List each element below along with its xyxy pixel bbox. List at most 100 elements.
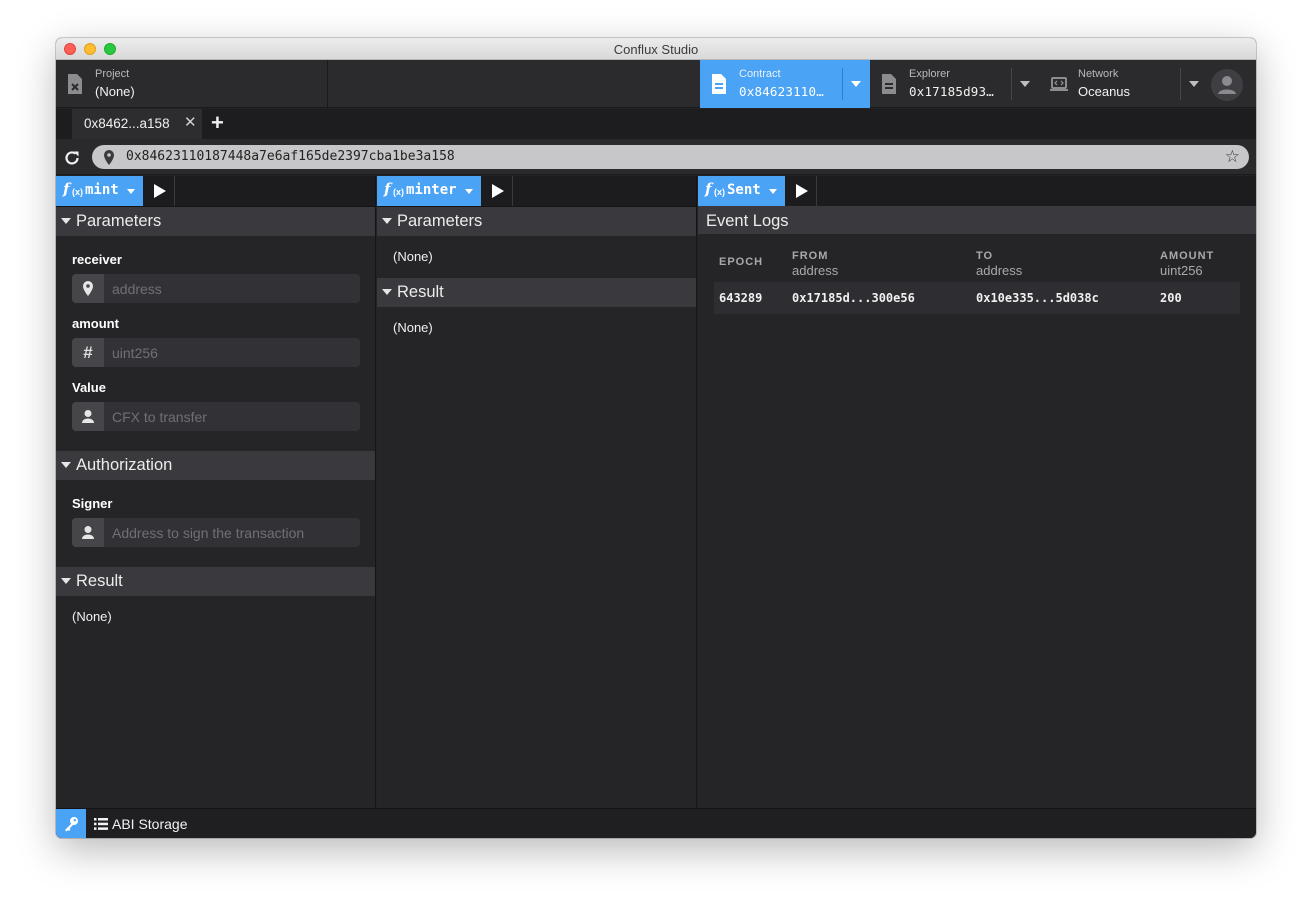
amount-cell: 200 [1160, 291, 1182, 305]
caret-down-icon [61, 578, 71, 584]
list-icon [94, 818, 108, 830]
run-button[interactable] [786, 176, 817, 206]
authorization-section-header[interactable]: Authorization [56, 451, 375, 480]
signer-field [72, 518, 360, 547]
user-icon [72, 402, 104, 431]
chevron-down-icon [769, 189, 777, 194]
result-section-header[interactable]: Result [56, 567, 375, 596]
section-title: Authorization [76, 456, 173, 474]
run-button[interactable] [144, 176, 175, 206]
section-title: Parameters [397, 212, 483, 230]
network-label: Network [1078, 68, 1119, 80]
user-icon [72, 518, 104, 547]
event-logs-title: Event Logs [706, 212, 789, 230]
chevron-down-icon [465, 189, 473, 194]
function-selector-button[interactable]: f (x) minter [377, 176, 481, 206]
column-type: address [976, 263, 1023, 278]
explorer-value: 0x17185d93… [909, 84, 994, 99]
address-bar: 0x84623110187448a7e6af165de2397cba1be3a1… [56, 139, 1256, 175]
caret-down-icon [61, 218, 71, 224]
amount-field: # [72, 338, 360, 367]
event-panel: f (x) Sent Event Logs EPOCH FROM address… [698, 176, 1256, 808]
field-label: receiver [72, 252, 122, 267]
new-tab-button[interactable]: + [211, 111, 224, 135]
tab-contract[interactable]: 0x8462...a158 ✕ [72, 109, 202, 139]
location-pin-icon [104, 150, 114, 165]
value-field [72, 402, 360, 431]
window-title: Conflux Studio [613, 42, 699, 57]
tab-label: 0x8462...a158 [84, 116, 170, 131]
event-toolbar: f (x) Sent [698, 176, 1256, 207]
field-label: Signer [72, 496, 113, 511]
play-icon [154, 184, 166, 198]
contract-dropdown-button[interactable] [842, 60, 870, 108]
function-selector-button[interactable]: f (x) mint [56, 176, 143, 206]
table-row: 643289 0x17185d...300e56 0x10e335...5d03… [714, 282, 1240, 314]
run-button[interactable] [482, 176, 513, 206]
chevron-down-icon [1189, 81, 1199, 87]
tab-bar: 0x8462...a158 ✕ + [56, 109, 1256, 139]
explorer-dropdown-button[interactable] [1011, 60, 1039, 108]
chevron-down-icon [127, 189, 135, 194]
contract-label: Contract [739, 68, 781, 80]
field-label: amount [72, 316, 119, 331]
section-title: Result [76, 572, 123, 590]
app-window: Conflux Studio Project (None) Contract 0… [56, 38, 1256, 838]
project-value: (None) [95, 84, 135, 99]
function-toolbar: f (x) minter [377, 176, 696, 207]
key-icon [65, 817, 78, 832]
function-name: minter [406, 182, 457, 198]
write-function-panel: f (x) mint Parameters receiver amount # [56, 176, 376, 808]
column-type: uint256 [1160, 263, 1203, 278]
function-icon: f [384, 180, 391, 198]
parameters-section-header[interactable]: Parameters [56, 207, 375, 236]
function-icon: f [705, 180, 712, 198]
column-header: EPOCH [719, 256, 764, 268]
play-icon [796, 184, 808, 198]
explorer-file-icon [882, 74, 896, 94]
section-title: Parameters [76, 212, 162, 230]
event-selector-button[interactable]: f (x) Sent [698, 176, 785, 206]
value-input[interactable] [104, 402, 360, 431]
column-header: TO [976, 250, 994, 262]
receiver-field [72, 274, 360, 303]
field-label: Value [72, 380, 106, 395]
contract-value: 0x84623110… [739, 84, 824, 99]
result-value: (None) [72, 609, 112, 624]
read-function-panel: f (x) minter Parameters (None) Result (N… [377, 176, 697, 808]
reload-icon[interactable] [63, 149, 81, 167]
parameters-value: (None) [393, 249, 433, 264]
section-title: Result [397, 283, 444, 301]
abi-storage-label: ABI Storage [112, 816, 188, 832]
project-selector[interactable]: Project (None) [56, 60, 328, 108]
column-type: address [792, 263, 839, 278]
explorer-label: Explorer [909, 68, 950, 80]
function-name: mint [85, 182, 119, 198]
amount-input[interactable] [104, 338, 360, 367]
tab-close-icon[interactable]: ✕ [184, 115, 197, 131]
explorer-selector[interactable]: Explorer 0x17185d93… [870, 60, 1011, 108]
parameters-section-header[interactable]: Parameters [377, 207, 696, 236]
contract-selector[interactable]: Contract 0x84623110… [700, 60, 842, 108]
signer-input[interactable] [104, 518, 360, 547]
contract-file-icon [712, 74, 726, 94]
status-bar: ABI Storage [56, 808, 1256, 838]
project-label: Project [95, 68, 130, 80]
address-input[interactable]: 0x84623110187448a7e6af165de2397cba1be3a1… [92, 145, 1249, 169]
network-laptop-icon [1050, 77, 1068, 91]
to-cell: 0x10e335...5d038c [976, 291, 1099, 305]
network-dropdown-button[interactable] [1180, 60, 1208, 108]
function-icon: f [63, 180, 70, 198]
receiver-input[interactable] [104, 274, 360, 303]
hash-icon: # [83, 343, 93, 362]
network-value: Oceanus [1078, 84, 1131, 99]
chevron-down-icon [1020, 81, 1030, 87]
star-icon[interactable]: ☆ [1225, 147, 1240, 167]
user-avatar[interactable] [1211, 69, 1243, 101]
caret-down-icon [61, 462, 71, 468]
column-header: AMOUNT [1160, 250, 1215, 262]
network-selector[interactable]: Network Oceanus [1039, 60, 1180, 108]
play-icon [492, 184, 504, 198]
keypair-button[interactable] [56, 809, 86, 838]
result-section-header[interactable]: Result [377, 278, 696, 307]
